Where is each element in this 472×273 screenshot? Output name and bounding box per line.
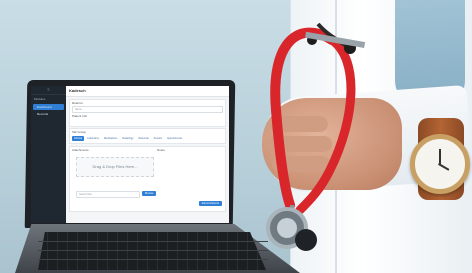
keyboard-row (38, 259, 268, 260)
tab-appointments[interactable]: Appointments (165, 136, 184, 141)
submit-button[interactable]: Submit Referral (198, 201, 222, 206)
keyboard-row (38, 250, 268, 251)
tab-results[interactable]: Results (152, 136, 164, 141)
referrer-card: Referrer Name Patient Info Auto complete… (69, 99, 226, 134)
laptop-screen: ≡ Modules Dashboard Records Kadesch Refe… (31, 86, 229, 223)
attachments-label: Attachments (72, 148, 89, 152)
wristwatch (410, 134, 470, 194)
tab-clinical[interactable]: Clinical (72, 136, 85, 141)
attachments-card: Attachments Notes Drag & Drop Files Here… (69, 146, 226, 212)
tab-referrals[interactable]: Referrals (136, 136, 150, 141)
app-title: Kadesch (66, 86, 229, 97)
notes-label: Notes (157, 148, 165, 152)
tab-radiology[interactable]: Radiology (120, 136, 135, 141)
laptop-keyboard (38, 232, 266, 270)
app-sidebar: ≡ Modules Dashboard Records (31, 86, 66, 223)
tab-card: Tab Group Clinical Laboratory Medication… (69, 128, 226, 144)
file-dropzone[interactable]: Drag & Drop Files Here... (76, 157, 154, 177)
menu-icon[interactable]: ≡ (31, 86, 66, 95)
app-content: Kadesch Referrer Name Patient Info Auto … (66, 86, 229, 223)
sidebar-section-label: Modules (34, 97, 46, 101)
sidebar-item-dashboard[interactable]: Dashboard (33, 104, 64, 110)
referrer-input[interactable]: Name (72, 106, 223, 113)
tab-bar: Clinical Laboratory Medications Radiolog… (70, 135, 225, 142)
sidebar-item-records[interactable]: Records (33, 111, 64, 117)
patient-info-label: Patient Info (72, 114, 88, 118)
select-files-field[interactable]: Select Files (76, 191, 140, 198)
tab-medications[interactable]: Medications (102, 136, 119, 141)
browse-button[interactable]: Browse (142, 191, 157, 196)
tab-laboratory[interactable]: Laboratory (85, 136, 101, 141)
keyboard-row (38, 241, 268, 242)
photo-scene: ≡ Modules Dashboard Records Kadesch Refe… (0, 0, 472, 273)
